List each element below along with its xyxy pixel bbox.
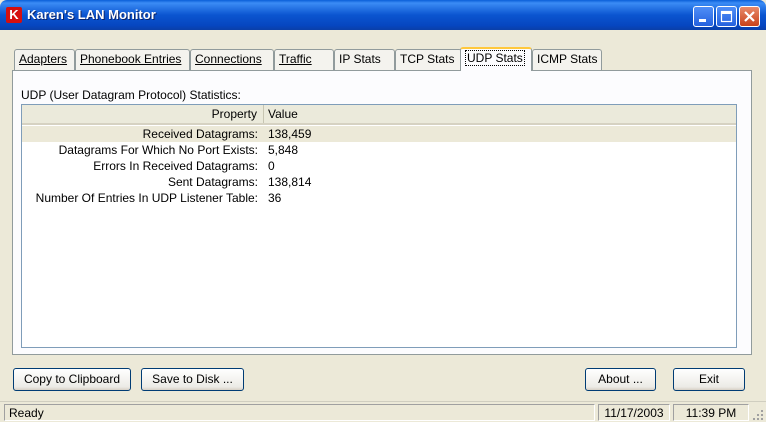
copy-to-clipboard-button[interactable]: Copy to Clipboard	[13, 368, 131, 391]
row-property: Received Datagrams:	[142, 127, 258, 141]
maximize-button[interactable]	[716, 6, 737, 27]
status-date: 11/17/2003	[598, 404, 670, 421]
tab-tcp-stats[interactable]: TCP Stats	[395, 49, 462, 70]
maximize-icon	[720, 10, 733, 23]
section-label: UDP (User Datagram Protocol) Statistics:	[21, 88, 241, 102]
status-bar: Ready 11/17/2003 11:39 PM	[0, 401, 766, 422]
app-window: K Karen's LAN Monitor Adapters Phonebook…	[0, 0, 766, 422]
close-button[interactable]	[739, 6, 760, 27]
status-time: 11:39 PM	[673, 404, 749, 421]
table-row[interactable]: Datagrams For Which No Port Exists: 5,84…	[22, 142, 736, 158]
minimize-button[interactable]	[693, 6, 714, 27]
resize-grip-icon[interactable]	[752, 409, 764, 421]
close-icon	[744, 11, 755, 22]
row-value: 5,848	[268, 143, 299, 157]
column-header-value[interactable]: Value	[268, 105, 298, 123]
table-row[interactable]: Sent Datagrams: 138,814	[22, 174, 736, 190]
exit-button[interactable]: Exit	[673, 368, 745, 391]
title-bar[interactable]: K Karen's LAN Monitor	[0, 0, 766, 30]
tab-udp-stats[interactable]: UDP Stats	[460, 47, 532, 71]
window-title: Karen's LAN Monitor	[27, 7, 156, 22]
row-property: Datagrams For Which No Port Exists:	[58, 143, 258, 157]
minimize-icon	[699, 19, 706, 22]
stats-listview[interactable]: Property Value Received Datagrams: 138,4…	[21, 104, 737, 348]
udp-stats-panel: UDP (User Datagram Protocol) Statistics:…	[12, 70, 752, 355]
save-to-disk-button[interactable]: Save to Disk ...	[141, 368, 244, 391]
table-row[interactable]: Errors In Received Datagrams: 0	[22, 158, 736, 174]
tab-icmp-stats[interactable]: ICMP Stats	[532, 49, 602, 70]
table-row[interactable]: Number Of Entries In UDP Listener Table:…	[22, 190, 736, 206]
row-property: Number Of Entries In UDP Listener Table:	[35, 191, 258, 205]
tab-phonebook-entries[interactable]: Phonebook Entries	[75, 49, 190, 70]
status-text: Ready	[4, 404, 595, 421]
tab-adapters[interactable]: Adapters	[14, 49, 75, 70]
tab-ip-stats[interactable]: IP Stats	[334, 49, 395, 70]
table-row[interactable]: Received Datagrams: 138,459	[22, 126, 736, 142]
row-property: Errors In Received Datagrams:	[93, 159, 258, 173]
row-property: Sent Datagrams:	[167, 175, 258, 189]
tab-traffic[interactable]: Traffic	[274, 49, 334, 70]
row-value: 0	[268, 159, 275, 173]
row-value: 36	[268, 191, 282, 205]
row-value: 138,814	[268, 175, 312, 189]
row-value: 138,459	[268, 127, 312, 141]
tab-connections[interactable]: Connections	[190, 49, 274, 70]
about-button[interactable]: About ...	[585, 368, 656, 391]
listview-header: Property Value	[22, 105, 736, 125]
column-header-property[interactable]: Property	[22, 105, 264, 123]
app-icon: K	[6, 7, 22, 23]
tab-bar: Adapters Phonebook Entries Connections T…	[12, 47, 752, 71]
